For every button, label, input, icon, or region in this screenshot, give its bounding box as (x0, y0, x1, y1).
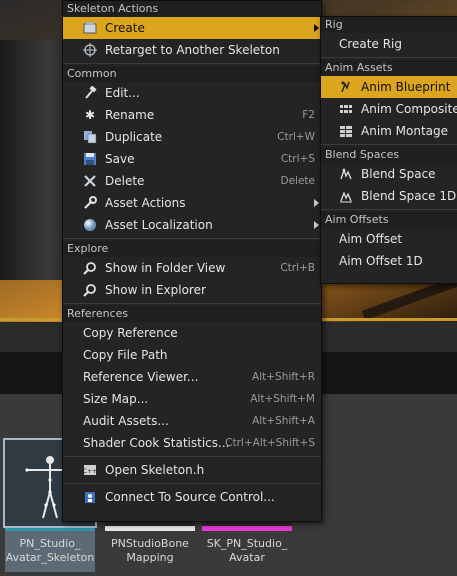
section-header-anim-assets: Anim Assets (321, 60, 457, 76)
chevron-right-icon (314, 221, 319, 229)
anim-blueprint-icon (339, 80, 353, 94)
menu-item-open-header[interactable]: C++ Open Skeleton.h (63, 459, 321, 481)
menu-separator (321, 144, 457, 145)
create-submenu: Rig Create Rig Anim Assets Anim Blueprin… (320, 16, 457, 284)
crosshair-icon (83, 43, 97, 57)
menu-item-shader-cook-statistics[interactable]: Shader Cook Statistics... Ctrl+Alt+Shift… (63, 432, 321, 454)
delete-icon (83, 174, 97, 188)
menu-separator (63, 63, 321, 64)
magnifier-icon (83, 283, 97, 297)
asterisk-icon: ✱ (84, 108, 96, 122)
menu-item-show-in-explorer[interactable]: Show in Explorer (63, 279, 321, 301)
menu-separator (63, 303, 321, 304)
hammer-icon (83, 86, 97, 100)
menu-item-anim-montage[interactable]: Anim Montage (321, 120, 457, 142)
menu-item-copy-file-path[interactable]: Copy File Path (63, 344, 321, 366)
asset-name: PN_Studio_ Avatar_Skeleton (5, 537, 95, 564)
menu-separator (321, 57, 457, 58)
menu-item-blend-space[interactable]: Blend Space (321, 163, 457, 185)
save-icon (83, 152, 97, 166)
anim-montage-icon (339, 124, 353, 138)
menu-item-asset-actions[interactable]: Asset Actions (63, 192, 321, 214)
menu-item-aim-offset[interactable]: Aim Offset (321, 228, 457, 250)
menu-item-size-map[interactable]: Size Map... Alt+Shift+M (63, 388, 321, 410)
menu-item-connect-source-control[interactable]: Connect To Source Control... (63, 486, 321, 508)
section-header-skeleton-actions: Skeleton Actions (63, 1, 321, 17)
menu-item-blend-space-1d[interactable]: Blend Space 1D (321, 185, 457, 207)
anim-composite-icon (339, 102, 353, 116)
chevron-right-icon (314, 199, 319, 207)
menu-item-duplicate[interactable]: Duplicate Ctrl+W (63, 126, 321, 148)
asset-context-menu: Skeleton Actions Create Retarget to Anot… (62, 0, 322, 522)
menu-item-aim-offset-1d[interactable]: Aim Offset 1D (321, 250, 457, 272)
menu-separator (63, 483, 321, 484)
cpp-file-icon: C++ (83, 463, 97, 477)
chevron-right-icon (314, 24, 319, 32)
menu-item-edit[interactable]: Edit... (63, 82, 321, 104)
blend-space-1d-icon (339, 189, 353, 203)
section-header-blend-spaces: Blend Spaces (321, 147, 457, 163)
magnifier-icon (83, 261, 97, 275)
menu-item-create-rig[interactable]: Create Rig (321, 33, 457, 55)
section-header-aim-offsets: Aim Offsets (321, 212, 457, 228)
svg-text:C++: C++ (83, 468, 97, 475)
asset-type-bar (202, 526, 292, 531)
menu-item-save[interactable]: Save Ctrl+S (63, 148, 321, 170)
asset-name: SK_PN_Studio_ Avatar (206, 537, 288, 564)
menu-item-copy-reference[interactable]: Copy Reference (63, 322, 321, 344)
section-header-explore: Explore (63, 241, 321, 257)
menu-item-rename[interactable]: ✱ Rename F2 (63, 104, 321, 126)
menu-item-anim-composite[interactable]: Anim Composite (321, 98, 457, 120)
section-header-common: Common (63, 66, 321, 82)
menu-item-delete[interactable]: Delete Delete (63, 170, 321, 192)
menu-separator (63, 456, 321, 457)
menu-item-anim-blueprint[interactable]: Anim Blueprint (321, 76, 457, 98)
section-header-rig: Rig (321, 17, 457, 33)
menu-item-asset-localization[interactable]: Asset Localization (63, 214, 321, 236)
blend-space-icon (339, 167, 353, 181)
section-header-references: References (63, 306, 321, 322)
asset-type-bar (105, 526, 195, 531)
menu-separator (321, 209, 457, 210)
menu-item-create[interactable]: Create (63, 17, 321, 39)
create-icon (83, 21, 97, 35)
asset-type-bar (5, 526, 95, 531)
menu-separator (63, 238, 321, 239)
menu-item-audit-assets[interactable]: Audit Assets... Alt+Shift+A (63, 410, 321, 432)
wrench-icon (83, 196, 97, 210)
duplicate-icon (83, 130, 97, 144)
menu-item-show-in-folder-view[interactable]: Show in Folder View Ctrl+B (63, 257, 321, 279)
menu-item-reference-viewer[interactable]: Reference Viewer... Alt+Shift+R (63, 366, 321, 388)
asset-name: PNStudioBone Mapping (111, 537, 189, 564)
globe-icon (83, 218, 97, 232)
menu-item-retarget[interactable]: Retarget to Another Skeleton (63, 39, 321, 61)
source-control-icon (83, 490, 97, 504)
